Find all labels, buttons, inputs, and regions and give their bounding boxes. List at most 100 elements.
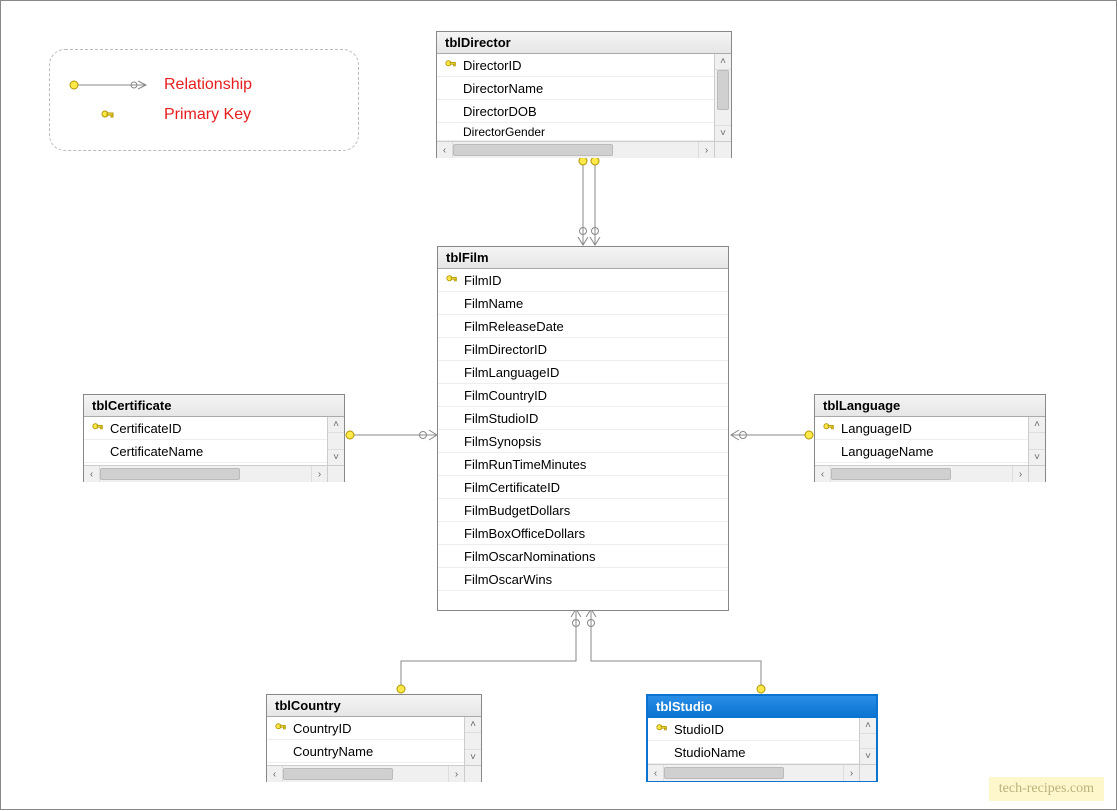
vertical-scrollbar[interactable]: ˄ ˅ (1028, 417, 1045, 465)
watermark: tech-recipes.com (989, 777, 1104, 801)
field-list: StudioID StudioName (648, 718, 859, 764)
table-title[interactable]: tblLanguage (815, 395, 1045, 417)
scroll-corner (859, 765, 876, 781)
table-row[interactable]: DirectorGender (437, 123, 714, 141)
scroll-thumb[interactable] (100, 468, 240, 480)
table-row[interactable]: DirectorDOB (437, 100, 714, 123)
table-row[interactable]: DirectorName (437, 77, 714, 100)
table-title[interactable]: tblDirector (437, 32, 731, 54)
scroll-thumb[interactable] (831, 468, 951, 480)
table-row[interactable]: LanguageID (815, 417, 1028, 440)
table-row[interactable]: FilmCountryID (438, 384, 728, 407)
key-icon (68, 109, 148, 123)
scroll-up-icon[interactable]: ˄ (465, 717, 481, 733)
relationship-line-icon (68, 79, 148, 91)
key-icon (442, 274, 462, 286)
table-row[interactable]: FilmBudgetDollars (438, 499, 728, 522)
horizontal-scrollbar[interactable]: ‹ › (815, 465, 1045, 482)
table-row[interactable]: CountryName (267, 740, 464, 763)
vertical-scrollbar[interactable]: ˄ ˅ (714, 54, 731, 141)
scroll-corner (464, 766, 481, 782)
scroll-left-icon[interactable]: ‹ (815, 466, 831, 482)
table-title[interactable]: tblCountry (267, 695, 481, 717)
table-row[interactable]: StudioName (648, 741, 859, 764)
scroll-left-icon[interactable]: ‹ (437, 142, 453, 158)
table-title[interactable]: tblStudio (648, 696, 876, 718)
scroll-up-icon[interactable]: ˄ (860, 718, 876, 734)
field-name: FilmSynopsis (462, 434, 728, 449)
field-name: DirectorDOB (461, 104, 714, 119)
table-row[interactable]: FilmSynopsis (438, 430, 728, 453)
scroll-thumb[interactable] (283, 768, 393, 780)
table-row[interactable]: FilmRunTimeMinutes (438, 453, 728, 476)
table-row[interactable]: FilmName (438, 292, 728, 315)
scroll-up-icon[interactable]: ˄ (715, 54, 731, 70)
scroll-right-icon[interactable]: › (448, 766, 464, 782)
scroll-up-icon[interactable]: ˄ (328, 417, 344, 433)
field-name: FilmRunTimeMinutes (462, 457, 728, 472)
key-icon (88, 422, 108, 434)
field-list: CountryID CountryName (267, 717, 464, 765)
horizontal-scrollbar[interactable]: ‹ › (437, 141, 731, 158)
scroll-right-icon[interactable]: › (698, 142, 714, 158)
table-tblcountry[interactable]: tblCountry CountryID CountryName ˄ ˅ ‹ › (266, 694, 482, 782)
field-name: FilmBudgetDollars (462, 503, 728, 518)
scroll-left-icon[interactable]: ‹ (84, 466, 100, 482)
vertical-scrollbar[interactable]: ˄ ˅ (327, 417, 344, 465)
scroll-left-icon[interactable]: ‹ (267, 766, 283, 782)
table-row[interactable]: CertificateName (84, 440, 327, 463)
field-list: CertificateID CertificateName (84, 417, 327, 465)
table-row[interactable]: FilmReleaseDate (438, 315, 728, 338)
table-row[interactable]: FilmOscarNominations (438, 545, 728, 568)
scroll-down-icon[interactable]: ˅ (715, 125, 731, 141)
table-tblstudio[interactable]: tblStudio StudioID StudioName ˄ ˅ ‹ › (646, 694, 878, 782)
scroll-thumb[interactable] (664, 767, 784, 779)
scroll-right-icon[interactable]: › (1012, 466, 1028, 482)
field-name: LanguageID (839, 421, 1028, 436)
table-row[interactable]: StudioID (648, 718, 859, 741)
table-tblfilm[interactable]: tblFilm FilmID FilmName FilmReleaseDate … (437, 246, 729, 611)
legend-relationship: Relationship (68, 70, 340, 100)
table-row[interactable]: CountryID (267, 717, 464, 740)
table-row[interactable]: FilmLanguageID (438, 361, 728, 384)
scroll-thumb[interactable] (717, 70, 729, 110)
table-row[interactable]: DirectorID (437, 54, 714, 77)
table-row[interactable]: FilmStudioID (438, 407, 728, 430)
scroll-right-icon[interactable]: › (843, 765, 859, 781)
field-name: FilmBoxOfficeDollars (462, 526, 728, 541)
vertical-scrollbar[interactable]: ˄ ˅ (464, 717, 481, 765)
scroll-left-icon[interactable]: ‹ (648, 765, 664, 781)
table-row[interactable]: FilmCertificateID (438, 476, 728, 499)
table-row[interactable]: FilmDirectorID (438, 338, 728, 361)
field-name: DirectorID (461, 58, 714, 73)
table-row[interactable]: LanguageName (815, 440, 1028, 463)
key-icon (652, 723, 672, 735)
field-name: StudioName (672, 745, 859, 760)
field-list: FilmID FilmName FilmReleaseDate FilmDire… (438, 269, 728, 591)
table-row[interactable]: FilmOscarWins (438, 568, 728, 591)
scroll-down-icon[interactable]: ˅ (860, 748, 876, 764)
table-title[interactable]: tblFilm (438, 247, 728, 269)
scroll-down-icon[interactable]: ˅ (465, 749, 481, 765)
key-icon (441, 59, 461, 71)
horizontal-scrollbar[interactable]: ‹ › (84, 465, 344, 482)
field-list: DirectorID DirectorName DirectorDOB Dire… (437, 54, 714, 141)
scroll-down-icon[interactable]: ˅ (328, 449, 344, 465)
scroll-up-icon[interactable]: ˄ (1029, 417, 1045, 433)
scroll-right-icon[interactable]: › (311, 466, 327, 482)
legend-primary-key: Primary Key (68, 100, 340, 130)
vertical-scrollbar[interactable]: ˄ ˅ (859, 718, 876, 764)
horizontal-scrollbar[interactable]: ‹ › (267, 765, 481, 782)
table-row[interactable]: CertificateID (84, 417, 327, 440)
table-tbllanguage[interactable]: tblLanguage LanguageID LanguageName ˄ ˅ … (814, 394, 1046, 482)
legend-box: Relationship Primary Key (49, 49, 359, 151)
scroll-down-icon[interactable]: ˅ (1029, 449, 1045, 465)
table-title[interactable]: tblCertificate (84, 395, 344, 417)
scroll-thumb[interactable] (453, 144, 613, 156)
table-tblcertificate[interactable]: tblCertificate CertificateID Certificate… (83, 394, 345, 482)
field-name: FilmID (462, 273, 728, 288)
table-row[interactable]: FilmID (438, 269, 728, 292)
horizontal-scrollbar[interactable]: ‹ › (648, 764, 876, 781)
table-tbldirector[interactable]: tblDirector DirectorID DirectorName Dire… (436, 31, 732, 158)
table-row[interactable]: FilmBoxOfficeDollars (438, 522, 728, 545)
